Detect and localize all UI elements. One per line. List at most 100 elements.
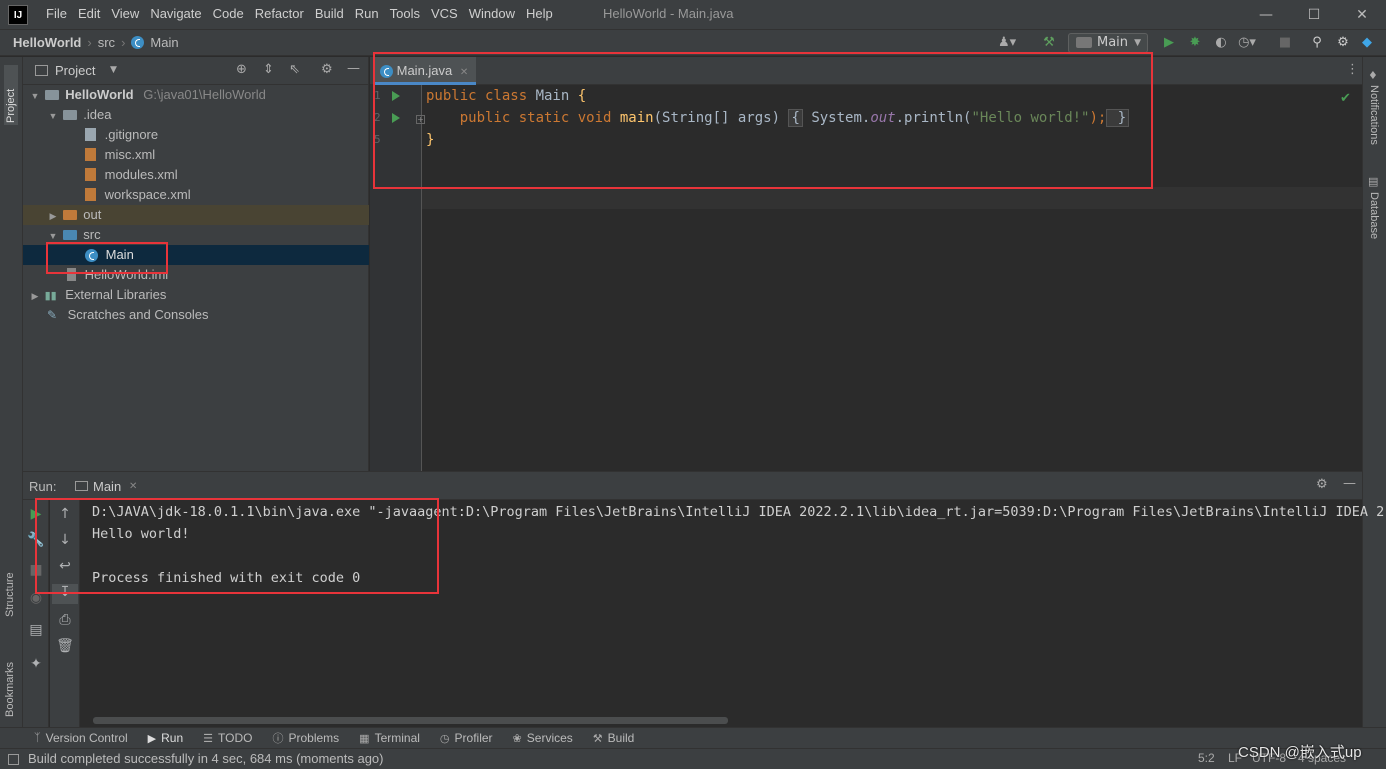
- database-icon[interactable]: ▤: [1368, 175, 1378, 188]
- breadcrumb-src[interactable]: src: [98, 35, 115, 50]
- run-icon[interactable]: ▶: [1160, 34, 1178, 52]
- folder-icon: [62, 209, 77, 220]
- breadcrumb-project[interactable]: HelloWorld: [13, 35, 81, 50]
- menu-file[interactable]: File: [46, 6, 67, 21]
- bottom-tool-tabs: ᛉ Version Control ▶ Run ☰ TODO ⓘ Problems ▦ T…: [0, 727, 1386, 748]
- status-bar: Build completed successfully in 4 sec, 6…: [0, 744, 1386, 769]
- project-view-icon: [35, 65, 48, 76]
- project-tool-tab[interactable]: Project: [4, 65, 18, 125]
- tree-item-misc-xml[interactable]: misc.xml: [23, 145, 369, 165]
- chevron-down-icon: ▼: [48, 111, 58, 121]
- jetbrains-toolbox-icon[interactable]: ◆: [1358, 34, 1376, 52]
- tree-item-out[interactable]: ▶ out: [23, 205, 369, 225]
- annotation-box-editor: [373, 52, 1153, 189]
- print-icon[interactable]: ⎙: [52, 612, 78, 628]
- tab-build[interactable]: ⚒ Build: [593, 731, 635, 745]
- xml-file-icon: [85, 188, 96, 202]
- caret-position[interactable]: 5:2: [1198, 751, 1215, 765]
- chevron-down-icon[interactable]: ▼: [110, 65, 117, 75]
- expand-all-icon[interactable]: ⇕: [263, 62, 274, 77]
- tab-services[interactable]: ❀ Services: [513, 731, 573, 745]
- build-hammer-icon[interactable]: ⚒: [1040, 34, 1058, 52]
- minimize-button[interactable]: —: [1256, 5, 1276, 25]
- tab-run[interactable]: ▶ Run: [148, 731, 183, 745]
- run-icon: ▶: [147, 732, 157, 745]
- close-button[interactable]: ✕: [1352, 5, 1372, 25]
- collapse-all-icon[interactable]: ⇖: [289, 62, 300, 77]
- debug-icon[interactable]: ✸: [1186, 34, 1204, 52]
- status-message[interactable]: Build completed successfully in 4 sec, 6…: [28, 751, 384, 766]
- pin-icon[interactable]: ✦: [23, 656, 49, 672]
- right-tool-strip: ♦ Notifications ▤ Database: [1362, 57, 1386, 727]
- gear-icon[interactable]: ⚙: [321, 62, 333, 77]
- layout-icon[interactable]: ▤: [23, 622, 49, 638]
- file-icon: [85, 128, 96, 142]
- tree-item-scratches[interactable]: ✎ Scratches and Consoles: [23, 305, 369, 325]
- tree-item-gitignore[interactable]: .gitignore: [23, 125, 369, 145]
- annotation-box-console: [35, 498, 439, 594]
- menu-view[interactable]: View: [111, 6, 139, 21]
- locate-icon[interactable]: ⊕: [236, 62, 247, 77]
- structure-tool-tab[interactable]: Structure: [4, 547, 16, 617]
- project-panel-title[interactable]: Project: [55, 63, 95, 78]
- menu-help[interactable]: Help: [526, 6, 553, 21]
- profile-icon[interactable]: ◷▾: [1238, 34, 1256, 52]
- chevron-right-icon: ▶: [49, 211, 57, 221]
- hide-icon[interactable]: —: [347, 61, 360, 76]
- tool-window-toggle-icon[interactable]: [8, 754, 19, 765]
- stop-icon[interactable]: ■: [1276, 34, 1294, 52]
- intellij-logo-icon: IJ: [8, 5, 28, 25]
- tab-problems[interactable]: ⓘ Problems: [272, 730, 339, 746]
- user-icon[interactable]: ♟▾: [998, 34, 1016, 52]
- tree-item-helloworld[interactable]: ▼ HelloWorld G:\java01\HelloWorld: [23, 85, 369, 105]
- chevron-down-icon: ▼: [30, 91, 40, 101]
- caret-row-highlight: [422, 187, 1362, 209]
- run-tab-main[interactable]: Main: [93, 479, 121, 494]
- bookmarks-tool-tab[interactable]: Bookmarks: [4, 637, 16, 717]
- menu-navigate[interactable]: Navigate: [150, 6, 201, 21]
- menu-refactor[interactable]: Refactor: [255, 6, 304, 21]
- menu-build[interactable]: Build: [315, 6, 344, 21]
- search-icon[interactable]: ⚲: [1308, 34, 1326, 52]
- tab-version-control[interactable]: ᛉ Version Control: [34, 731, 128, 745]
- menu-vcs[interactable]: VCS: [431, 6, 458, 21]
- left-tool-strip: Project Structure Bookmarks: [0, 57, 23, 727]
- breadcrumb-main[interactable]: Main: [150, 35, 178, 50]
- close-icon[interactable]: ✕: [129, 481, 137, 492]
- source-folder-icon: [62, 229, 77, 240]
- annotation-box-main: [46, 242, 168, 274]
- menu-tools[interactable]: Tools: [390, 6, 420, 21]
- maximize-button[interactable]: ☐: [1304, 5, 1324, 25]
- menu-code[interactable]: Code: [213, 6, 244, 21]
- project-panel-header: Project ▼ ⊕ ⇕ ⇖ ⚙ —: [23, 57, 369, 85]
- run-config-icon: [75, 481, 88, 491]
- bell-icon[interactable]: ♦: [1368, 69, 1378, 82]
- tree-item-external-libraries[interactable]: ▶ ▮▮ External Libraries: [23, 285, 369, 305]
- menu-run[interactable]: Run: [355, 6, 379, 21]
- horizontal-scrollbar[interactable]: [93, 717, 728, 724]
- tree-item-workspace-xml[interactable]: workspace.xml: [23, 185, 369, 205]
- config-icon: [1076, 37, 1092, 48]
- branch-icon: ᛉ: [34, 732, 41, 744]
- chevron-right-icon: ▶: [31, 291, 39, 301]
- info-icon: ⓘ: [272, 733, 284, 745]
- tab-terminal[interactable]: ▦ Terminal: [359, 731, 420, 745]
- window-title: HelloWorld - Main.java: [603, 6, 734, 21]
- tree-item-idea[interactable]: ▼ .idea: [23, 105, 369, 125]
- chevron-right-icon: ›: [121, 35, 126, 50]
- trash-icon[interactable]: 🗑: [52, 638, 78, 654]
- tab-profiler[interactable]: ◷ Profiler: [440, 731, 493, 745]
- menu-window[interactable]: Window: [469, 6, 515, 21]
- tree-item-modules-xml[interactable]: modules.xml: [23, 165, 369, 185]
- more-icon[interactable]: ⋮: [1346, 62, 1359, 77]
- gear-icon[interactable]: ⚙: [1334, 34, 1352, 52]
- gear-icon[interactable]: ⚙: [1316, 477, 1328, 492]
- chevron-right-icon: ›: [87, 35, 92, 50]
- hide-icon[interactable]: —: [1343, 476, 1356, 491]
- menu-edit[interactable]: Edit: [78, 6, 100, 21]
- tab-todo[interactable]: ☰ TODO: [203, 731, 252, 745]
- database-tool-tab[interactable]: Database: [1368, 192, 1380, 252]
- profiler-icon: ◷: [439, 732, 450, 745]
- notifications-tool-tab[interactable]: Notifications: [1368, 85, 1380, 180]
- coverage-icon[interactable]: ◐: [1212, 34, 1230, 52]
